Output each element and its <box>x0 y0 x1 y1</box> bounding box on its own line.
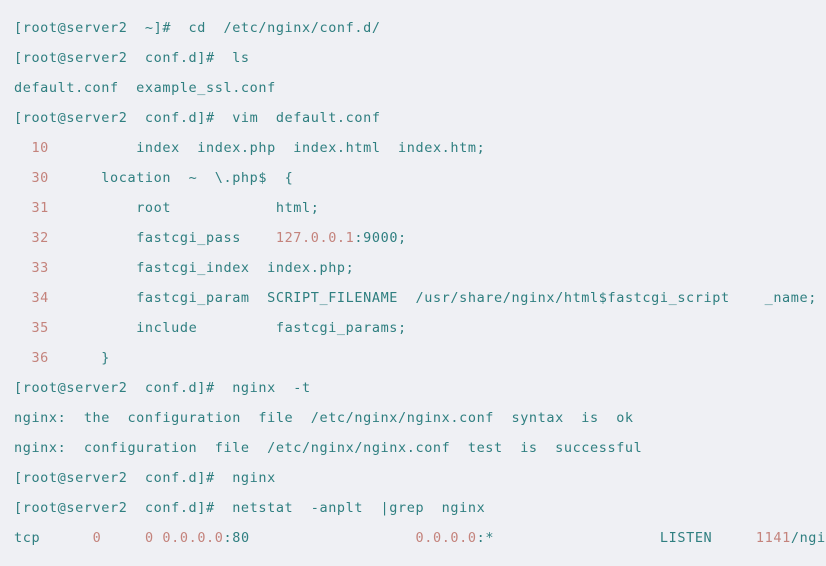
terminal-line-out-nginx-syntax: nginx: the configuration file /etc/nginx… <box>0 403 826 433</box>
terminal-segment <box>712 530 756 546</box>
terminal-segment <box>494 530 660 546</box>
terminal-segment: 0 <box>92 530 102 546</box>
terminal-segment: 0 <box>144 530 154 546</box>
terminal-segment: LISTEN <box>659 530 713 546</box>
terminal-segment: /nginx <box>790 530 826 546</box>
terminal-segment: root html; <box>48 200 320 216</box>
terminal-line-conf-35: 35 include fastcgi_params; <box>0 313 826 343</box>
terminal-segment: nginx: configuration file /etc/nginx/ngi… <box>14 440 643 456</box>
terminal-segment: 127.0.0.1 <box>275 230 355 246</box>
terminal-segment: 10 <box>14 140 49 156</box>
terminal-segment: [root@server2 conf.d]# nginx -t <box>14 380 311 396</box>
terminal-segment <box>101 530 145 546</box>
terminal-segment: default.conf example_ssl.conf <box>14 80 276 96</box>
terminal-segment <box>250 530 416 546</box>
terminal-line-out-netstat-tcp: tcp 0 0 0.0.0.0:80 0.0.0.0:* LISTEN 1141… <box>0 523 826 553</box>
terminal-segment: [root@server2 conf.d]# netstat -anplt |g… <box>14 500 486 516</box>
terminal-segment: fastcgi_param SCRIPT_FILENAME /usr/share… <box>48 290 817 306</box>
terminal-line-conf-32: 32 fastcgi_pass 127.0.0.1:9000; <box>0 223 826 253</box>
terminal-segment: [root@server2 conf.d]# nginx <box>14 470 276 486</box>
terminal-segment: 34 <box>14 290 49 306</box>
terminal-segment: nginx: the configuration file /etc/nginx… <box>14 410 634 426</box>
terminal-line-conf-10: 10 index index.php index.html index.htm; <box>0 133 826 163</box>
terminal-segment: 0.0.0.0 <box>415 530 477 546</box>
terminal-segment: fastcgi_pass <box>48 230 276 246</box>
terminal-window[interactable]: [root@server2 ~]# cd /etc/nginx/conf.d/ [… <box>0 0 826 566</box>
terminal-segment: } <box>48 350 111 366</box>
terminal-segment: :* <box>476 530 495 546</box>
terminal-segment: [root@server2 conf.d]# vim default.conf <box>14 110 381 126</box>
terminal-line-out-ls: default.conf example_ssl.conf <box>0 73 826 103</box>
terminal-segment: [root@server2 ~]# cd /etc/nginx/conf.d/ <box>14 20 381 36</box>
terminal-segment: 32 <box>14 230 49 246</box>
terminal-line-conf-30: 30 location ~ \.php$ { <box>0 163 826 193</box>
terminal-segment: :80 <box>223 530 250 546</box>
terminal-line-cmd-vim: [root@server2 conf.d]# vim default.conf <box>0 103 826 133</box>
terminal-line-cmd-nginx-start: [root@server2 conf.d]# nginx <box>0 463 826 493</box>
terminal-segment: 33 <box>14 260 49 276</box>
terminal-segment: include fastcgi_params; <box>48 320 407 336</box>
terminal-segment: 1141 <box>755 530 791 546</box>
terminal-line-cmd-ls: [root@server2 conf.d]# ls <box>0 43 826 73</box>
terminal-segment: :9000; <box>354 230 407 246</box>
terminal-segment: 36 <box>14 350 49 366</box>
terminal-segment: fastcgi_index index.php; <box>48 260 355 276</box>
terminal-line-conf-36: 36 } <box>0 343 826 373</box>
terminal-line-conf-34: 34 fastcgi_param SCRIPT_FILENAME /usr/sh… <box>0 283 826 313</box>
terminal-line-out-nginx-test: nginx: configuration file /etc/nginx/ngi… <box>0 433 826 463</box>
terminal-line-conf-31: 31 root html; <box>0 193 826 223</box>
terminal-segment: 30 <box>14 170 49 186</box>
terminal-segment: 31 <box>14 200 49 216</box>
terminal-line-cmd-nginx-t: [root@server2 conf.d]# nginx -t <box>0 373 826 403</box>
terminal-segment: 35 <box>14 320 49 336</box>
terminal-segment: [root@server2 conf.d]# ls <box>14 50 250 66</box>
terminal-line-cmd-netstat: [root@server2 conf.d]# netstat -anplt |g… <box>0 493 826 523</box>
terminal-segment: location ~ \.php$ { <box>48 170 294 186</box>
terminal-line-cmd-cd: [root@server2 ~]# cd /etc/nginx/conf.d/ <box>0 13 826 43</box>
terminal-segment: tcp <box>14 530 93 546</box>
terminal-segment: index index.php index.html index.htm; <box>48 140 486 156</box>
terminal-segment: 0.0.0.0 <box>162 530 224 546</box>
terminal-line-conf-33: 33 fastcgi_index index.php; <box>0 253 826 283</box>
